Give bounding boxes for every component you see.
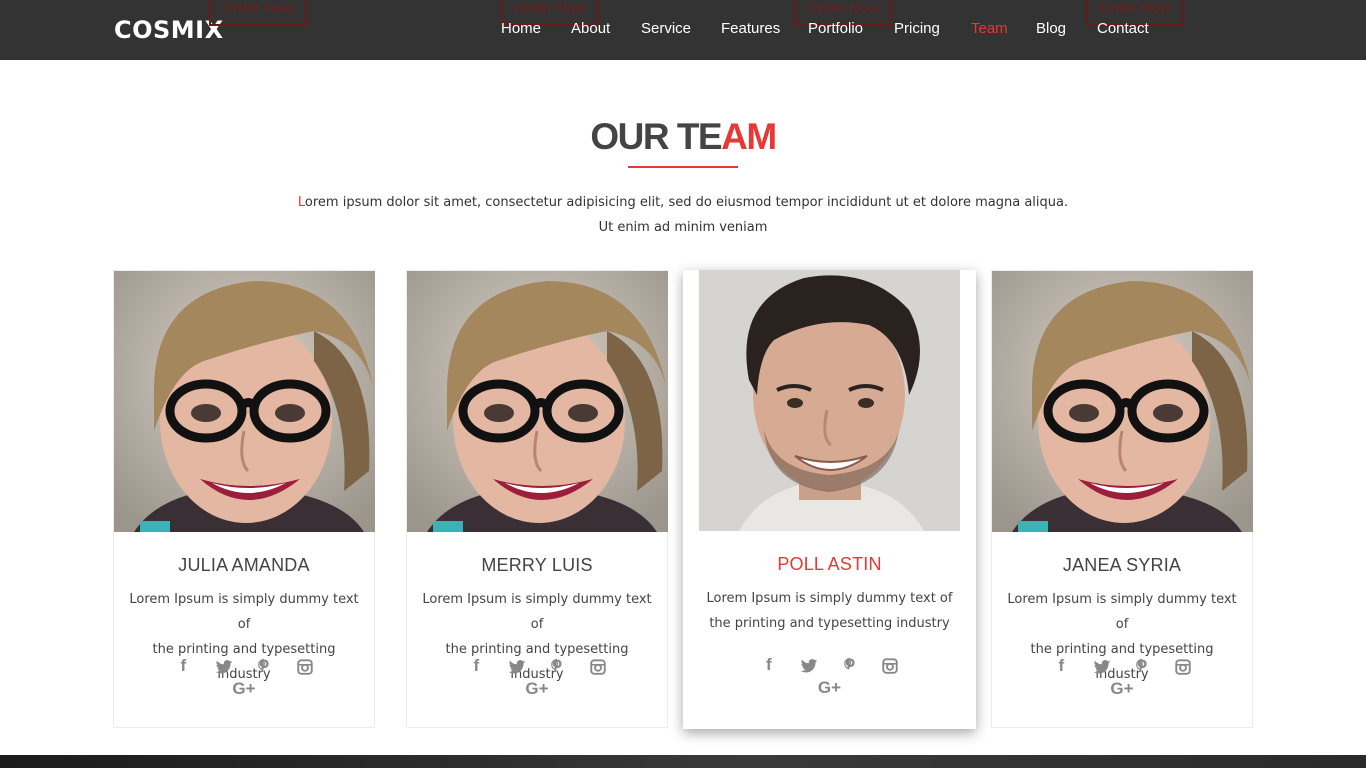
google-plus-icon[interactable]: G+ bbox=[407, 679, 667, 699]
twitter-icon[interactable] bbox=[211, 655, 237, 677]
team-photo-woman-glasses bbox=[992, 271, 1253, 532]
nav-home[interactable]: Home bbox=[501, 20, 541, 37]
main-nav: Home About Service Features Portfolio Pr… bbox=[0, 20, 1366, 40]
team-card: JULIA AMANDA Lorem Ipsum is simply dummy… bbox=[113, 270, 375, 728]
pinterest-icon[interactable] bbox=[837, 654, 863, 676]
nav-service[interactable]: Service bbox=[641, 20, 691, 37]
nav-blog[interactable]: Blog bbox=[1036, 20, 1066, 37]
twitter-icon[interactable] bbox=[796, 654, 822, 676]
nav-features[interactable]: Features bbox=[721, 20, 780, 37]
instagram-icon[interactable] bbox=[1170, 655, 1196, 677]
site-header: COSMIX Order Now Order Now Order Now Ord… bbox=[0, 0, 1366, 60]
team-card-featured: POLL ASTIN Lorem Ipsum is simply dummy t… bbox=[683, 270, 976, 729]
nav-pricing[interactable]: Pricing bbox=[894, 20, 940, 37]
google-plus-icon[interactable]: G+ bbox=[683, 678, 976, 698]
social-links: f G+ bbox=[683, 654, 976, 698]
team-card: MERRY LUIS Lorem Ipsum is simply dummy t… bbox=[406, 270, 668, 728]
google-plus-icon[interactable]: G+ bbox=[992, 679, 1252, 699]
social-links: f G+ bbox=[992, 655, 1252, 699]
pinterest-icon[interactable] bbox=[544, 655, 570, 677]
nav-team[interactable]: Team bbox=[971, 20, 1008, 37]
instagram-icon[interactable] bbox=[877, 654, 903, 676]
section-title: OUR TEAM bbox=[590, 116, 777, 157]
instagram-icon[interactable] bbox=[585, 655, 611, 677]
pinterest-icon[interactable] bbox=[1129, 655, 1155, 677]
instagram-icon[interactable] bbox=[292, 655, 318, 677]
team-photo-woman-glasses bbox=[407, 271, 668, 532]
google-plus-icon[interactable]: G+ bbox=[114, 679, 374, 699]
team-photo-woman-glasses bbox=[114, 271, 375, 532]
next-section-edge bbox=[0, 755, 1366, 768]
member-name: POLL ASTIN bbox=[777, 554, 882, 574]
facebook-icon[interactable]: f bbox=[463, 655, 489, 677]
twitter-icon[interactable] bbox=[1089, 655, 1115, 677]
team-photo-man-smiling bbox=[699, 270, 960, 531]
pinterest-icon[interactable] bbox=[251, 655, 277, 677]
social-links: f G+ bbox=[407, 655, 667, 699]
member-name: MERRY LUIS bbox=[481, 555, 593, 575]
nav-about[interactable]: About bbox=[571, 20, 610, 37]
facebook-icon[interactable]: f bbox=[1048, 655, 1074, 677]
facebook-icon[interactable]: f bbox=[170, 655, 196, 677]
title-underline bbox=[628, 166, 738, 168]
nav-portfolio[interactable]: Portfolio bbox=[808, 20, 863, 37]
member-description: Lorem Ipsum is simply dummy text of the p… bbox=[706, 591, 953, 631]
social-links: f G+ bbox=[114, 655, 374, 699]
member-name: JULIA AMANDA bbox=[178, 555, 310, 575]
team-card: JANEA SYRIA Lorem Ipsum is simply dummy … bbox=[991, 270, 1253, 728]
twitter-icon[interactable] bbox=[504, 655, 530, 677]
section-intro: Lorem ipsum dolor sit amet, consectetur … bbox=[297, 195, 1069, 235]
member-name: JANEA SYRIA bbox=[1062, 555, 1182, 575]
facebook-icon[interactable]: f bbox=[756, 654, 782, 676]
nav-contact[interactable]: Contact bbox=[1097, 20, 1149, 37]
